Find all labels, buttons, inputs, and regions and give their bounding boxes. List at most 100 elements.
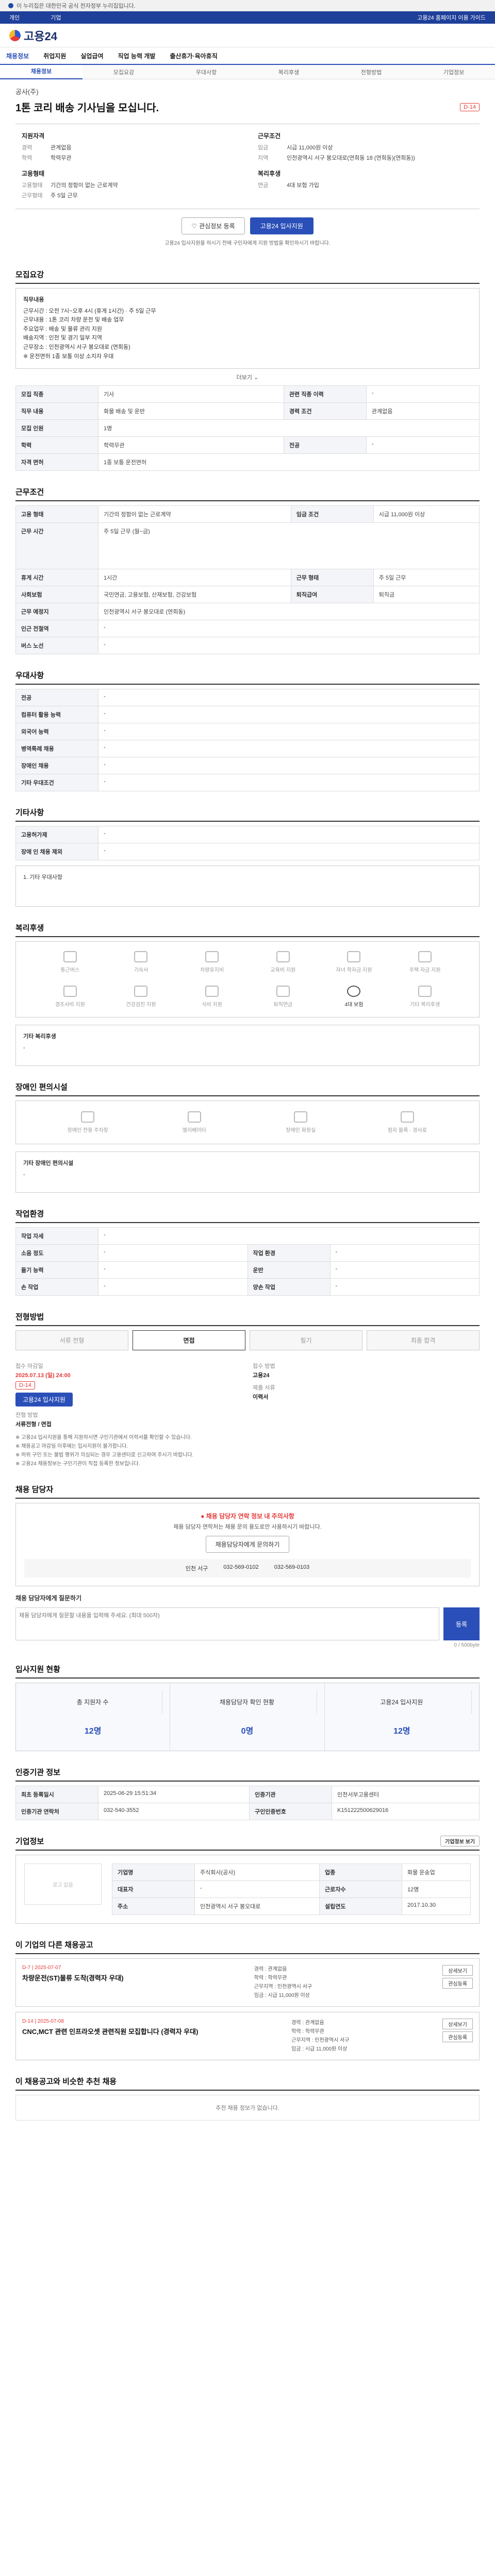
benefit-item: 장애인 화장실 (250, 1107, 352, 1138)
desc-line: 근무시간 : 오전 7시~오후 4시 (휴게 1시간) · 주 5일 근무 (23, 308, 156, 314)
desc-line: ※ 운전면허 1종 보통 이상 소지자 우대 (23, 353, 114, 360)
gov-banner: 이 누리집은 대한민국 공식 전자정부 누리집입니다. (0, 0, 495, 11)
guide-link[interactable]: 고용24 홈페이지 이용 가이드 (417, 13, 486, 22)
table-row: 모집 직종 기사 관련 직종 이력 - (15, 385, 480, 403)
apply-button[interactable]: 고용24 입사지원 (250, 217, 314, 234)
section-title: 기업정보 (15, 1837, 44, 1846)
nav-item-jobs[interactable]: 채용정보 (6, 52, 29, 60)
cell: K151222500629016 (332, 1803, 480, 1821)
qa-submit-button[interactable]: 등록 (443, 1607, 480, 1641)
table-row: 외국어 능력 - (15, 723, 480, 741)
job-title: 1톤 코리 배송 기사님을 모십니다. (15, 103, 159, 114)
cell: - (98, 1261, 248, 1279)
cell: - (98, 620, 480, 638)
cell-head: 직무 내용 (15, 402, 98, 420)
cell: 주식회사(공사) (194, 1863, 320, 1882)
stat-value: 12명 (393, 1727, 410, 1736)
benefit-icon (81, 1111, 95, 1123)
benefit-item: 통근버스 (37, 947, 104, 977)
summary-value: 학력무관 (51, 155, 72, 161)
cell-head: 사회보험 (15, 586, 98, 604)
logo[interactable]: 고용24 (9, 27, 57, 44)
nav-item-leave[interactable]: 출산휴가·육아휴직 (170, 52, 217, 60)
nav-item-support[interactable]: 취업지원 (43, 52, 66, 60)
cell-head: 인증기관 (249, 1786, 333, 1804)
company-name[interactable]: 공사(주) (15, 87, 480, 96)
apply-button-2[interactable]: 고용24 입사지원 (15, 1393, 73, 1407)
qa-counter: 0 / 500byte (454, 1642, 480, 1649)
related-item[interactable]: D-7 | 2025-07-07 차량운전(ST)물류 도착(경력자 우대) 경력… (15, 1958, 480, 2007)
benefit-label: 장애인 전용 주차장 (67, 1128, 108, 1134)
related-item[interactable]: D-14 | 2025-07-08 CNC,MCT 관련 인프라오셋 관련직원 모… (15, 2012, 480, 2061)
table-row: 고용허가제 - (15, 826, 480, 844)
section-title: 복리후생 (15, 922, 480, 938)
cell: 국민연금, 고용보험, 산재보험, 건강보험 (98, 586, 291, 604)
benefit-icon (134, 951, 148, 963)
meta-line: 경력 : 관계없음 (291, 2020, 324, 2026)
cell: - (98, 637, 480, 655)
recommend-section: 이 채용공고와 비슷한 추천 채용 추천 채용 정보가 없습니다. (15, 2076, 480, 2121)
scrap-button[interactable]: 관심등록 (442, 2031, 473, 2043)
table-row: 대표자 - 근로자수 12명 (112, 1880, 471, 1899)
qa-input[interactable] (15, 1607, 439, 1641)
benefit-label: 장애인 화장실 (286, 1128, 316, 1134)
tab-company[interactable]: 기업정보 (412, 68, 495, 76)
nav-item-training[interactable]: 직업 능력 개발 (118, 52, 156, 60)
cell-head: 인근 전철역 (15, 620, 98, 638)
related-title[interactable]: CNC,MCT 관련 인프라오셋 관련직원 모집합니다 (경력자 우대) (22, 2026, 198, 2036)
section-tabs: 채용정보 모집요강 우대사항 복리후생 전형방법 기업정보 (0, 64, 495, 79)
cell-head: 경력 조건 (283, 402, 367, 420)
cell-head: 근무 예정지 (15, 603, 98, 621)
nav-item-benefit[interactable]: 실업급여 (80, 52, 103, 60)
logo-mark-icon (9, 29, 21, 41)
tab-preferred[interactable]: 우대사항 (165, 68, 248, 76)
scrap-button[interactable]: ♡ 관심정보 등록 (182, 217, 245, 234)
cell: - (98, 774, 480, 792)
cell-head: 근로자수 (319, 1880, 403, 1899)
section-title: 전형방법 (15, 1311, 480, 1327)
summary-value: 시급 11,000원 이상 (287, 145, 333, 151)
benefit-label: 교육비 지원 (270, 968, 296, 974)
dday-badge: D-14 (15, 1381, 35, 1390)
related-meta: 경력 : 관계없음 학력 : 학력무관 근무지역 : 인천광역시 서구 임금 : 시급… (291, 2019, 349, 2054)
note-line: ※ 고용24 입사지원을 통해 지원하시면 구인기관에서 이력서를 확인할 수 … (15, 1435, 192, 1441)
tab-job-info[interactable]: 채용정보 (0, 64, 82, 79)
summary-label: 근무형태 (22, 193, 43, 199)
cell: 화물 배송 및 운반 (98, 402, 284, 420)
scrap-button[interactable]: 관심등록 (442, 1978, 473, 1989)
cell: - (366, 385, 480, 403)
tab-method[interactable]: 전형방법 (330, 68, 412, 76)
detail-value: 고용24 (253, 1372, 270, 1379)
company-table: 기업명 주식회사(공사) 업종 화물 운송업 대표자 - 근로자수 12명 주소 인천광역시 … (112, 1863, 471, 1916)
summary-label: 학력 (22, 155, 32, 161)
tab-personal[interactable]: 개인 (9, 15, 20, 21)
summary-label: 경력 (22, 145, 32, 151)
conditions-section: 근무조건 고용 형태 기간의 정함이 없는 근로계약 임금 조건 시급 11,000원… (15, 486, 480, 655)
contact-button[interactable]: 채용담당자에게 문의하기 (205, 1536, 290, 1553)
benefit-item: 자녀 학자금 지원 (321, 947, 388, 977)
cell-head: 퇴직급여 (290, 586, 374, 604)
tab-welfare[interactable]: 복리후생 (248, 68, 330, 76)
detail-button[interactable]: 상세보기 (442, 1965, 473, 1976)
cell: - (98, 1227, 480, 1245)
worksite-section: 작업환경 작업 자세 - 소음 정도 - 작업 환경 - 들기 능력 - 운반 - 손 작업 -… (15, 1208, 480, 1296)
step-item: 필기 (250, 1330, 362, 1351)
detail-button[interactable]: 상세보기 (442, 2019, 473, 2030)
more-button[interactable]: 더보기 ⌄ (15, 369, 480, 385)
meta-line: 임금 : 시급 11,000원 이상 (291, 2046, 348, 2053)
benefit-icon (347, 986, 361, 997)
related-title[interactable]: 차량운전(ST)물류 도착(경력자 우대) (22, 1973, 124, 1982)
benefit-icon (418, 951, 432, 963)
tab-company[interactable]: 기업 (51, 15, 61, 21)
cell: - (194, 1880, 320, 1899)
cell-head: 근무 시간 (15, 522, 98, 570)
job-summary: 지원자격 경력 관계없음 학력 학력무관 근무조건 임금 시급 11,000원 이상 … (15, 124, 480, 209)
contact-warning: ● 채용 담당자 연락 정보 내 주의사항 (24, 1512, 471, 1520)
cell-head: 구인인증번호 (249, 1803, 333, 1821)
related-tag: D-7 | 2025-07-07 (22, 1965, 61, 1971)
benefit-label: 식비 지원 (202, 1002, 222, 1008)
info-section: 인증기관 정보 최초 등록일시 2025-06-29 15:51:34 인증기관 인천… (15, 1767, 480, 1821)
benefit-label: 경조사비 지원 (55, 1002, 85, 1008)
company-info-button[interactable]: 기업정보 보기 (440, 1836, 480, 1847)
tab-recruit[interactable]: 모집요강 (82, 68, 165, 76)
